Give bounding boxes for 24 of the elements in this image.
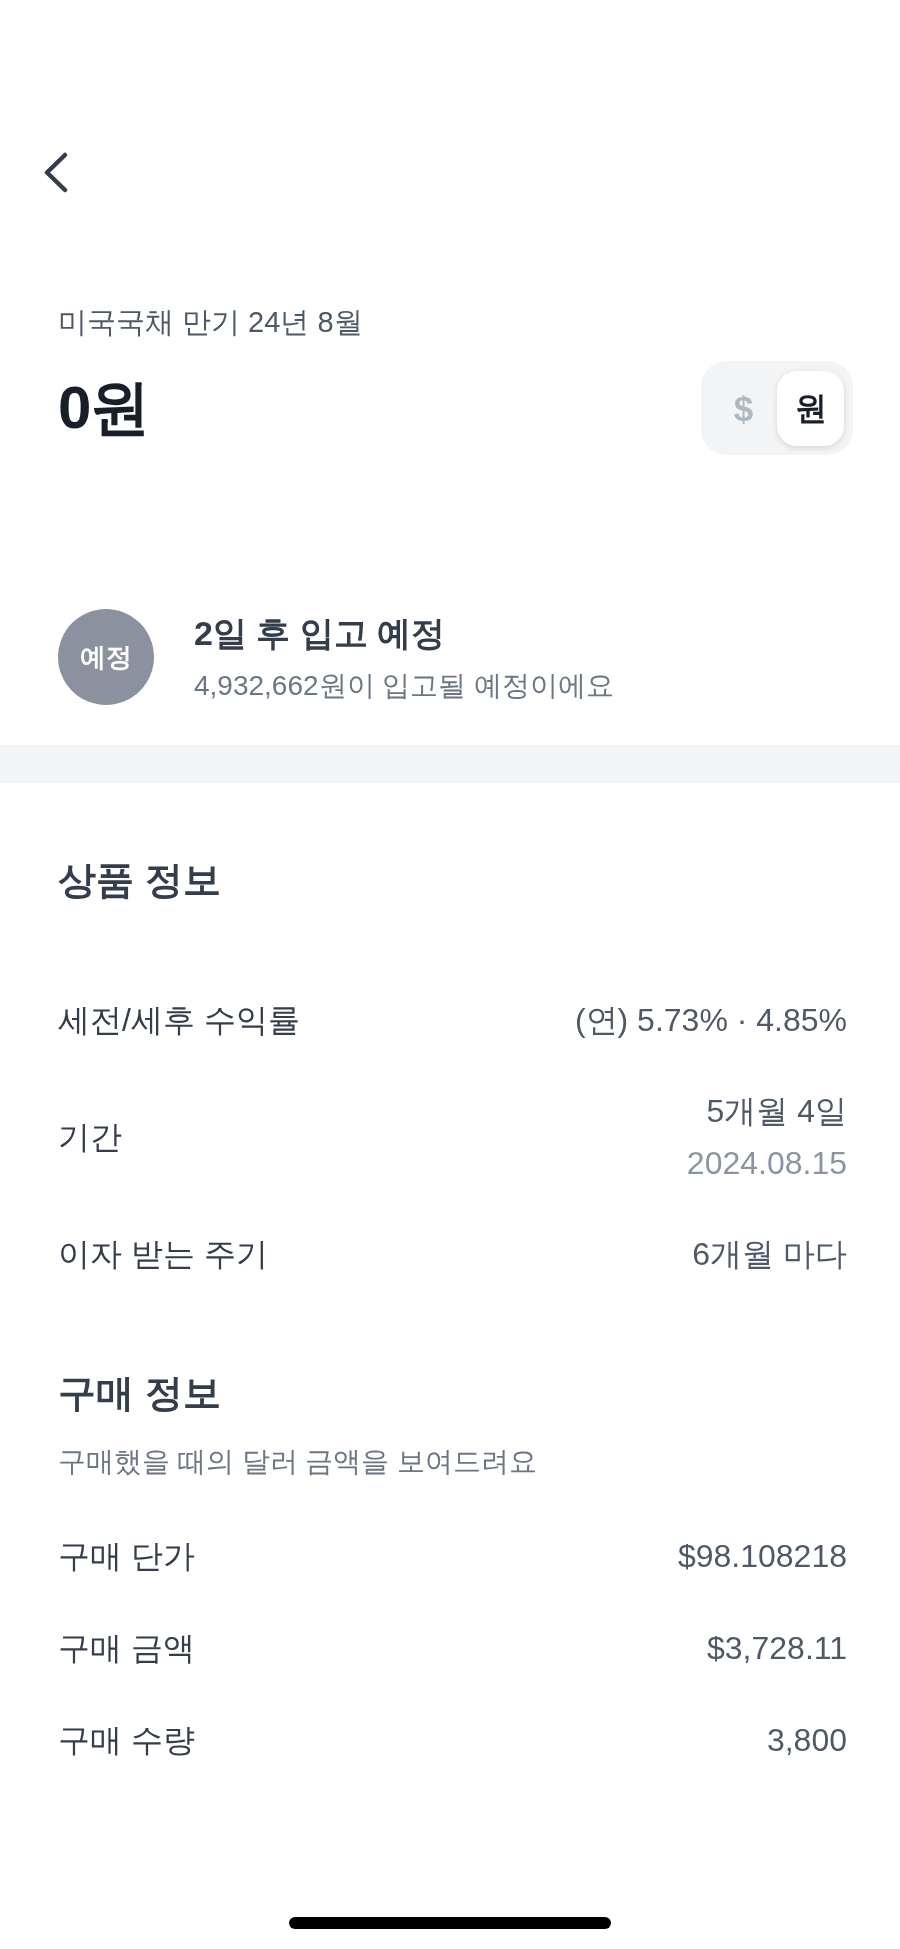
currency-option[interactable]: 원 [777, 371, 844, 446]
back-button[interactable] [43, 152, 69, 193]
status-badge: 예정 [58, 609, 154, 705]
section-title: 상품 정보 [58, 858, 222, 903]
balance-amount: 0원 [58, 373, 150, 443]
info-label: 이자 받는 주기 [58, 1235, 268, 1274]
section-description: 구매했을 때의 달러 금액을 보여드려요 [58, 1445, 539, 1479]
info-label: 세전/세후 수익률 [58, 1001, 300, 1040]
info-value: (연) 5.73% · 4.85% [574, 1001, 847, 1040]
info-label: 구매 금액 [58, 1629, 195, 1668]
info-value: 5개월 4일 [706, 1092, 847, 1131]
info-value: $98.108218 [677, 1537, 847, 1576]
info-value: 3,800 [766, 1721, 847, 1760]
info-value: 6개월 마다 [692, 1235, 847, 1274]
info-label: 구매 단가 [58, 1537, 195, 1576]
section-title: 구매 정보 [58, 1371, 222, 1416]
status-description: 4,932,662원이 입고될 예정이에요 [194, 668, 615, 703]
info-subvalue: 2024.08.15 [686, 1144, 847, 1183]
info-label: 기간 [58, 1118, 122, 1157]
info-value: $3,728.11 [707, 1629, 847, 1668]
product-subtitle: 미국국채 만기 24년 8월 [58, 305, 364, 340]
status-title: 2일 후 입고 예정 [194, 612, 447, 654]
info-label: 구매 수량 [58, 1721, 195, 1760]
chevron-left-icon [43, 152, 69, 193]
